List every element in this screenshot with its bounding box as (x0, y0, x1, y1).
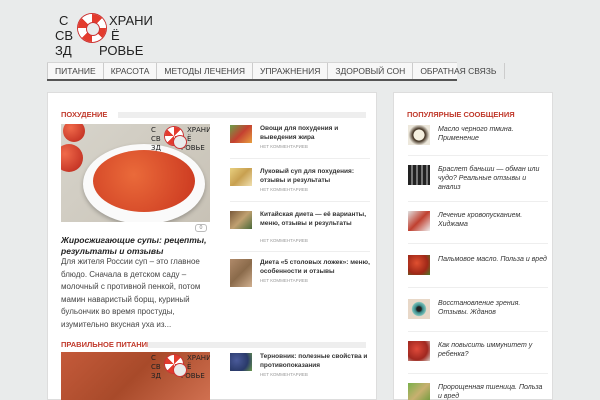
hijama-thumbnail (408, 211, 430, 231)
list-item-title[interactable]: Диета «5 столовых ложек»: меню, особенно… (260, 259, 370, 276)
sidebar-item[interactable]: Масло черного тмина. Применение (408, 125, 548, 149)
site-header: С ХРАНИ СВ Ё ЗД РОВЬЕ (0, 0, 600, 62)
divider (230, 251, 370, 252)
section-title-proper-nutrition[interactable]: ПРАВИЛЬНОЕ ПИТАНИЕ (61, 340, 152, 349)
logo-text: С (59, 13, 69, 28)
list-item[interactable]: Диета «5 столовых ложек»: меню, особенно… (230, 259, 370, 289)
section-title-weight-loss[interactable]: ПОХУДЕНИЕ (61, 110, 107, 119)
wheat-thumbnail (408, 383, 430, 400)
section-divider (148, 342, 366, 348)
sidebar-item[interactable]: Пальмовое масло. Польза и вред (408, 255, 548, 279)
sidebar-item-title[interactable]: Пальмовое масло. Польза и вред (438, 255, 548, 264)
divider (408, 287, 548, 288)
nav-item-exercises[interactable]: УПРАЖНЕНИЯ (253, 63, 329, 79)
list-item-meta: НЕТ КОММЕНТАРИЕВ (260, 278, 308, 283)
divider (408, 243, 548, 244)
watermark-logo: С ХРАНИ СВ Ё ЗД РОВЬЕ (151, 354, 210, 380)
divider (408, 155, 548, 156)
lifebuoy-icon (78, 14, 106, 42)
list-item[interactable]: Луковый суп для похудения: отзывы и резу… (230, 168, 370, 198)
list-item[interactable]: Терновник: полезные свойства и противопо… (230, 353, 370, 383)
list-item[interactable]: Овощи для похудения и выведения жира НЕТ… (230, 125, 370, 155)
logo-text: ХРАНИ (109, 13, 153, 28)
lifebuoy-icon (165, 355, 187, 377)
divider (408, 201, 548, 202)
blackthorn-thumbnail (230, 353, 252, 371)
list-item-title[interactable]: Овощи для похудения и выведения жира (260, 125, 370, 142)
sidebar-item-title[interactable]: Лечение кровопусканием. Хиджама (438, 211, 548, 229)
site-logo[interactable]: С ХРАНИ СВ Ё ЗД РОВЬЕ (55, 12, 155, 60)
sidebar-item[interactable]: Пророщенная пшеница. Польза и вред (408, 383, 548, 400)
comment-count-icon[interactable]: 0 (195, 224, 207, 232)
nav-item-sleep[interactable]: ЗДОРОВЫЙ СОН (328, 63, 414, 79)
vegetables-thumbnail (230, 125, 252, 143)
divider (230, 201, 370, 202)
tomato-image (63, 124, 85, 142)
sidebar-item[interactable]: Восстановление зрения. Отзывы. Жданов (408, 299, 548, 323)
divider (408, 373, 548, 374)
logo-text: СВ (55, 28, 74, 43)
nav-item-nutrition[interactable]: ПИТАНИЕ (47, 63, 104, 79)
main-nav: ПИТАНИЕ КРАСОТА МЕТОДЫ ЛЕЧЕНИЯ УПРАЖНЕНИ… (47, 62, 505, 81)
sidebar-item-title[interactable]: Браслет баньши — обман или чудо? Реальны… (438, 165, 548, 192)
bracelet-thumbnail (408, 165, 430, 185)
list-item-meta: НЕТ КОММЕНТАРИЕВ (260, 144, 308, 149)
eye-thumbnail (408, 299, 430, 319)
palm-oil-thumbnail (408, 255, 430, 275)
sidebar-item-title[interactable]: Восстановление зрения. Отзывы. Жданов (438, 299, 548, 317)
onion-soup-thumbnail (230, 168, 252, 186)
spoons-thumbnail (230, 259, 252, 287)
immunity-thumbnail (408, 341, 430, 361)
lifebuoy-icon (165, 127, 187, 149)
nav-item-treatment[interactable]: МЕТОДЫ ЛЕЧЕНИЯ (157, 63, 254, 79)
sidebar-item[interactable]: Лечение кровопусканием. Хиджама (408, 211, 548, 235)
logo-text: Ё (111, 28, 120, 43)
nav-item-feedback[interactable]: ОБРАТНАЯ СВЯЗЬ (413, 63, 505, 79)
watermark-logo: С ХРАНИ СВ Ё ЗД РОВЬЕ (151, 126, 210, 152)
list-item-title[interactable]: Китайская диета — её варианты, меню, отз… (260, 211, 370, 228)
list-item-meta: НЕТ КОММЕНТАРИЕВ (260, 372, 308, 377)
chinese-diet-thumbnail (230, 211, 252, 229)
sidebar-title: ПОПУЛЯРНЫЕ СООБЩЕНИЯ (407, 110, 515, 119)
list-item[interactable]: Китайская диета — её варианты, меню, отз… (230, 211, 370, 249)
sidebar: ПОПУЛЯРНЫЕ СООБЩЕНИЯ Масло черного тмина… (393, 92, 553, 400)
logo-text: ЗД (55, 43, 72, 58)
divider (408, 331, 548, 332)
sidebar-item[interactable]: Как повысить иммунитет у ребенка? (408, 341, 548, 365)
list-item-title[interactable]: Терновник: полезные свойства и противопо… (260, 353, 370, 370)
cumin-oil-thumbnail (408, 125, 430, 145)
nav-item-beauty[interactable]: КРАСОТА (104, 63, 158, 79)
section-divider (118, 112, 366, 118)
list-item-meta: НЕТ КОММЕНТАРИЕВ (260, 238, 308, 243)
feature-excerpt: Для жителя России суп – это главное блюд… (61, 257, 201, 329)
feature-image[interactable]: С ХРАНИ СВ Ё ЗД РОВЬЕ (61, 352, 210, 400)
sidebar-item-title[interactable]: Пророщенная пшеница. Польза и вред (438, 383, 548, 400)
sidebar-item[interactable]: Браслет баньши — обман или чудо? Реальны… (408, 165, 548, 197)
sidebar-item-title[interactable]: Масло черного тмина. Применение (438, 125, 548, 143)
feature-image[interactable]: С ХРАНИ СВ Ё ЗД РОВЬЕ (61, 124, 210, 222)
feature-title[interactable]: Жиросжигающие супы: рецепты, результаты … (61, 235, 211, 257)
list-item-title[interactable]: Луковый суп для похудения: отзывы и резу… (260, 168, 370, 185)
soup-image (93, 150, 195, 212)
main-content: ПОХУДЕНИЕ С ХРАНИ СВ Ё ЗД РОВЬЕ 0 Жиросж… (47, 92, 377, 400)
logo-text: РОВЬЕ (99, 43, 144, 58)
tomato-image (61, 144, 83, 172)
list-item-meta: НЕТ КОММЕНТАРИЕВ (260, 187, 308, 192)
sidebar-item-title[interactable]: Как повысить иммунитет у ребенка? (438, 341, 548, 359)
divider (230, 158, 370, 159)
